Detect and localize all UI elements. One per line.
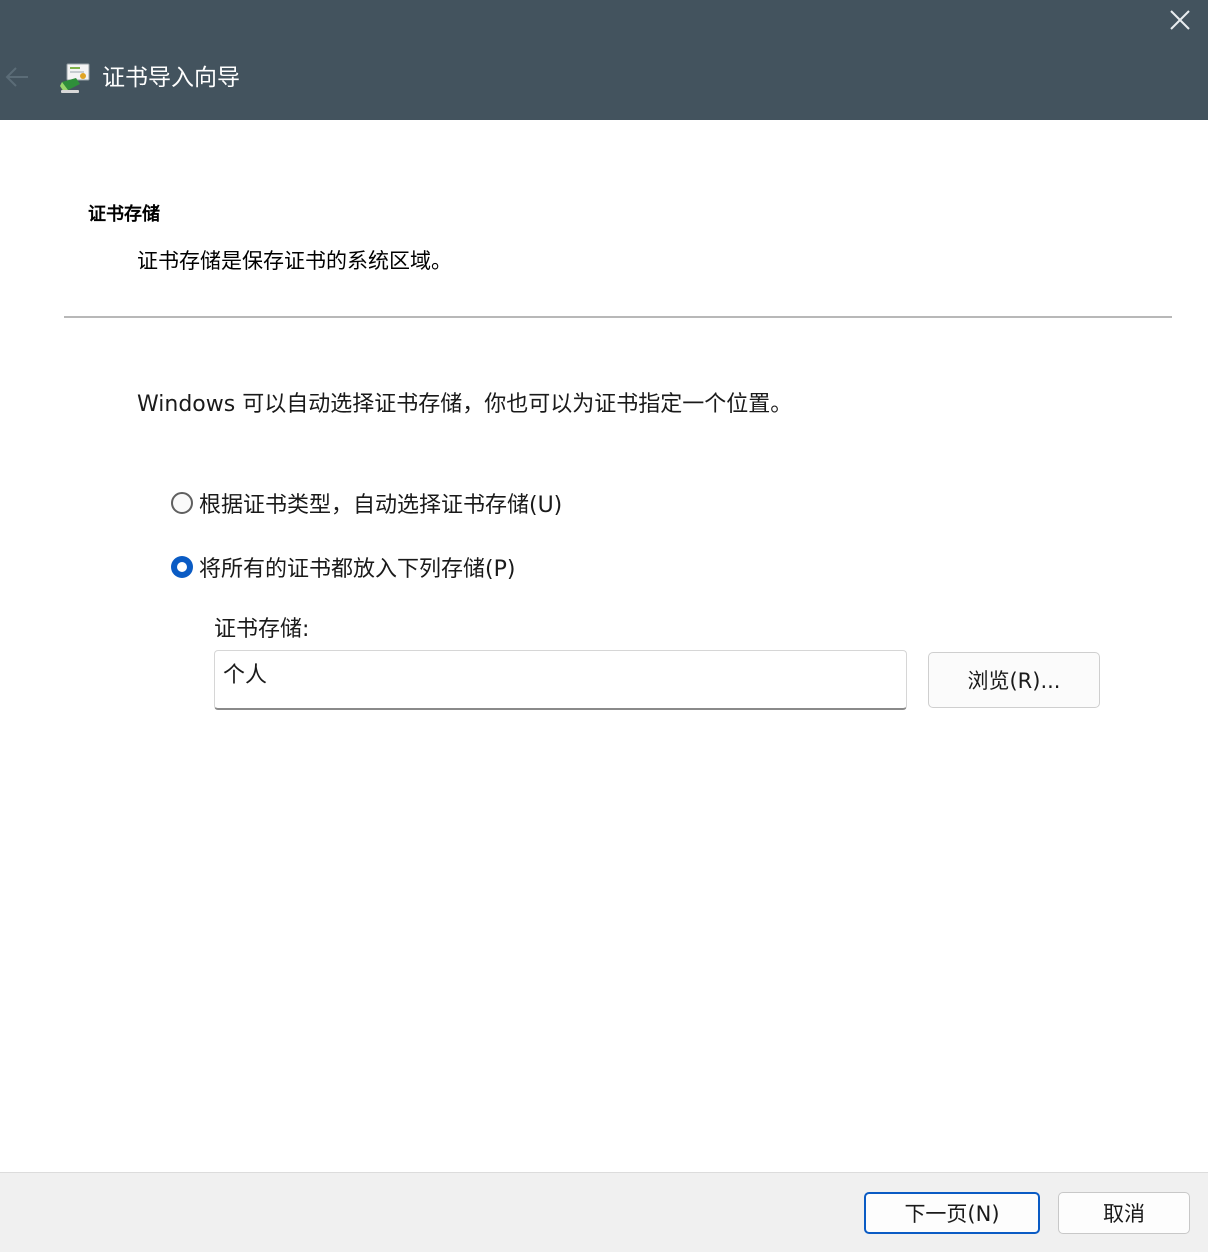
browse-button[interactable]: 浏览(R)... xyxy=(928,652,1100,708)
page-title: 证书存储 xyxy=(88,204,160,225)
certificate-store-label: 证书存储: xyxy=(214,617,310,642)
place-in-store-option[interactable]: 将所有的证书都放入下列存储(P) xyxy=(171,551,515,583)
radio-unselected[interactable] xyxy=(171,492,193,514)
page-description: 证书存储是保存证书的系统区域。 xyxy=(137,249,452,273)
title-bar: 证书导入向导 xyxy=(0,0,1208,120)
cancel-button[interactable]: 取消 xyxy=(1058,1192,1190,1234)
certificate-store-field[interactable]: 个人 xyxy=(214,650,907,710)
header-divider xyxy=(64,316,1172,318)
place-in-store-label: 将所有的证书都放入下列存储(P) xyxy=(199,557,516,582)
certificate-wizard-icon xyxy=(60,63,90,93)
certificate-import-wizard: 证书导入向导 证书存储 证书存储是保存证书的系统区域。 Windows 可以自动… xyxy=(0,0,1208,1252)
close-icon xyxy=(1170,10,1190,30)
back-button[interactable] xyxy=(2,62,32,92)
back-arrow-icon xyxy=(5,67,28,87)
radio-selected[interactable] xyxy=(171,556,193,578)
window-title: 证书导入向导 xyxy=(102,65,240,91)
footer-bar: 下一页(N) 取消 xyxy=(0,1172,1208,1252)
auto-select-store-label: 根据证书类型，自动选择证书存储(U) xyxy=(199,493,563,518)
auto-select-store-option[interactable]: 根据证书类型，自动选择证书存储(U) xyxy=(171,487,562,519)
next-button[interactable]: 下一页(N) xyxy=(864,1192,1040,1234)
close-button[interactable] xyxy=(1152,0,1208,40)
intro-text: Windows 可以自动选择证书存储，你也可以为证书指定一个位置。 xyxy=(137,392,793,417)
